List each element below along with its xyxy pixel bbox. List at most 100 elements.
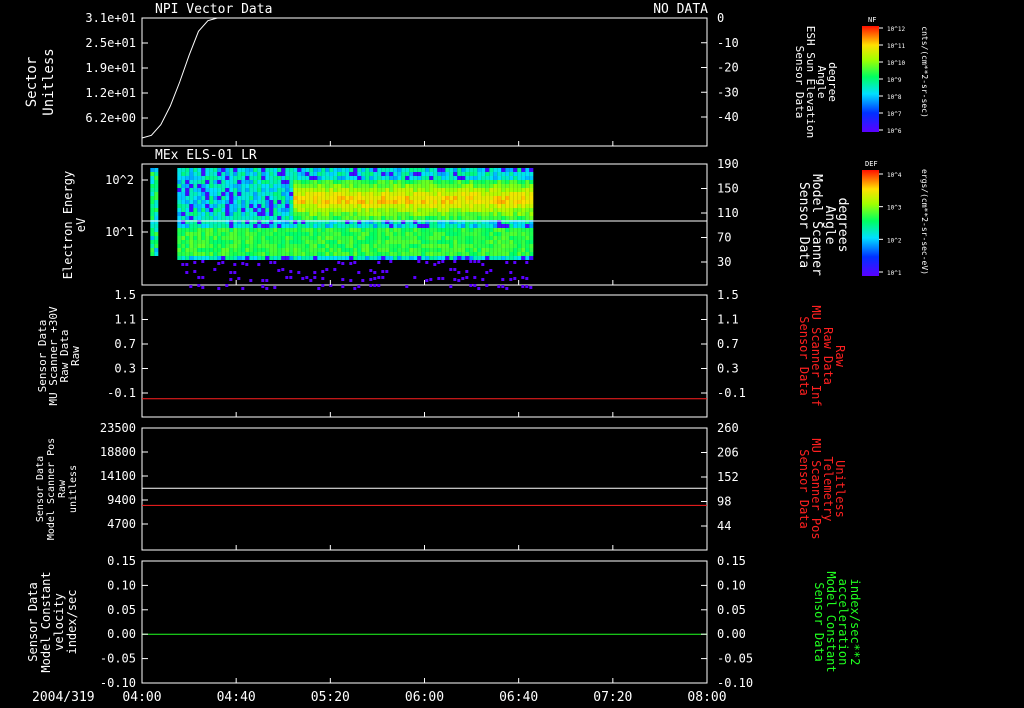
- spectrogram-cell: [389, 176, 394, 180]
- spectrogram-cell: [369, 216, 374, 220]
- spectrogram-cell: [329, 200, 334, 204]
- spectrogram-dot: [321, 277, 325, 280]
- spectrogram-cell: [525, 232, 530, 236]
- spectrogram-cell: [437, 180, 442, 184]
- spectrogram-cell: [325, 188, 330, 192]
- spectrogram-cell: [341, 224, 346, 228]
- spectrogram-cell: [389, 196, 394, 200]
- spectrogram-dot: [341, 262, 345, 265]
- spectrogram-dot: [473, 284, 477, 287]
- spectrogram-cell: [337, 168, 342, 172]
- spectrogram-cell: [393, 172, 398, 176]
- tick-label: 44: [717, 519, 731, 533]
- spectrogram-cell: [497, 184, 502, 188]
- spectrogram-cell: [401, 172, 406, 176]
- spectrogram-cell: [465, 172, 470, 176]
- spectrogram-cell: [385, 248, 390, 252]
- spectrogram-cell: [521, 172, 526, 176]
- spectrogram-cell: [293, 224, 298, 228]
- spectrogram-cell: [345, 184, 350, 188]
- spectrogram-cell: [325, 232, 330, 236]
- spectrogram-cell: [281, 248, 286, 252]
- spectrogram-cell: [277, 240, 282, 244]
- spectrogram-cell: [329, 216, 334, 220]
- spectrogram-cell: [181, 208, 186, 212]
- spectrogram-cell: [421, 224, 426, 228]
- spectrogram-cell: [329, 228, 334, 232]
- spectrogram-cell: [233, 168, 238, 172]
- spectrogram-cell: [469, 204, 474, 208]
- spectrogram-cell: [289, 176, 294, 180]
- spectrogram-cell: [393, 256, 398, 260]
- spectrogram-cell: [197, 252, 202, 256]
- spectrogram-cell: [237, 188, 242, 192]
- spectrogram-cell: [477, 176, 482, 180]
- spectrogram-cell: [245, 240, 250, 244]
- spectrogram-cell: [457, 180, 462, 184]
- spectrogram-cell: [385, 176, 390, 180]
- spectrogram-cell: [277, 228, 282, 232]
- spectrogram-cell: [249, 204, 254, 208]
- spectrogram-cell: [445, 188, 450, 192]
- spectrogram-cell: [277, 196, 282, 200]
- spectrogram-cell: [489, 176, 494, 180]
- spectrogram-cell: [485, 176, 490, 180]
- spectrogram-cell: [501, 168, 506, 172]
- spectrogram-cell: [465, 200, 470, 204]
- spectrogram-cell: [297, 176, 302, 180]
- spectrogram-cell: [213, 188, 218, 192]
- spectrogram-cell: [517, 204, 522, 208]
- spectrogram-cell: [461, 188, 466, 192]
- spectrogram-cell: [393, 216, 398, 220]
- spectrogram-cell: [285, 224, 290, 228]
- spectrogram-cell: [285, 172, 290, 176]
- spectrogram-cell: [301, 184, 306, 188]
- spectrogram-cell: [201, 244, 206, 248]
- spectrogram-cell: [185, 200, 190, 204]
- spectrogram-cell: [257, 168, 262, 172]
- spectrogram-cell: [501, 252, 506, 256]
- spectrogram-cell: [453, 256, 458, 260]
- spectrogram-cell: [461, 256, 466, 260]
- spectrogram-cell: [357, 240, 362, 244]
- spectrogram-cell: [221, 228, 226, 232]
- spectrogram-cell: [329, 188, 334, 192]
- spectrogram-cell: [497, 172, 502, 176]
- spectrogram-cell: [269, 232, 274, 236]
- spectrogram-cell: [425, 216, 430, 220]
- spectrogram-cell: [337, 200, 342, 204]
- spectrogram-cell: [389, 236, 394, 240]
- spectrogram-cell: [481, 236, 486, 240]
- spectrogram-cell: [305, 240, 310, 244]
- spectrogram-cell: [345, 208, 350, 212]
- spectrogram-cell: [205, 216, 210, 220]
- spectrogram-cell: [397, 252, 402, 256]
- spectrogram-cell: [189, 168, 194, 172]
- spectrogram-cell: [221, 256, 226, 260]
- spectrogram-cell: [461, 168, 466, 172]
- spectrogram-cell: [241, 188, 246, 192]
- spectrogram-cell: [389, 212, 394, 216]
- chart-canvas: NPI Vector Data NO DATA MEx ELS-01 LR 3.…: [24, 2, 929, 705]
- spectrogram-dot: [261, 279, 265, 282]
- spectrogram-cell: [413, 252, 418, 256]
- spectrogram-cell: [329, 224, 334, 228]
- panel5-left-axis-label: Sensor DataModel Constantvelocityindex/s…: [26, 571, 79, 672]
- spectrogram-cell: [177, 196, 182, 200]
- spectrogram-cell: [393, 228, 398, 232]
- spectrogram-cell: [329, 252, 334, 256]
- spectrogram-cell: [297, 168, 302, 172]
- spectrogram-cell: [229, 232, 234, 236]
- spectrogram-cell: [305, 208, 310, 212]
- spectrogram-cell: [457, 256, 462, 260]
- spectrogram-cell: [289, 192, 294, 196]
- spectrogram-cell: [453, 204, 458, 208]
- spectrogram-cell: [213, 228, 218, 232]
- spectrogram-cell: [505, 192, 510, 196]
- spectrogram-cell: [285, 232, 290, 236]
- spectrogram-cell: [261, 188, 266, 192]
- panel1-left-axis-label: SectorUnitless: [24, 48, 57, 115]
- spectrogram-cell: [185, 184, 190, 188]
- spectrogram-cell: [405, 204, 410, 208]
- spectrogram-cell: [349, 196, 354, 200]
